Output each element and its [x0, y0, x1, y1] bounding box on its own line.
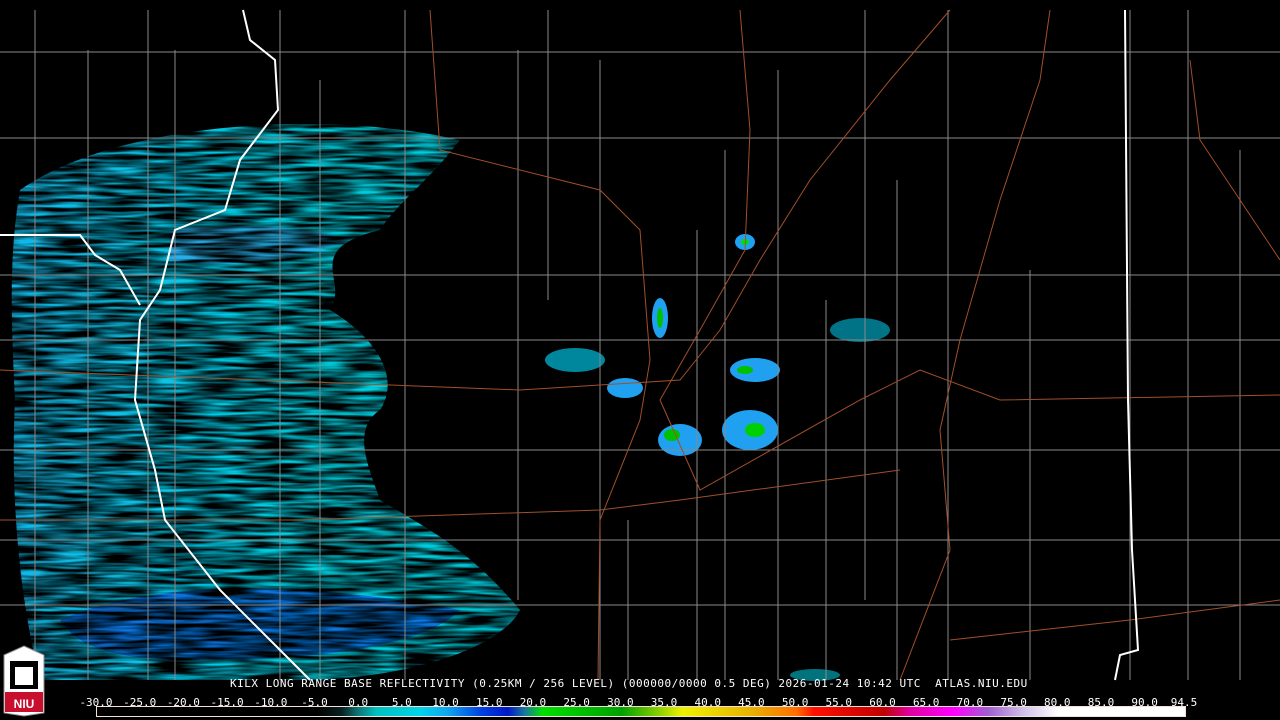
radar-map [0, 9, 1280, 681]
radar-echoes-center [545, 234, 890, 681]
reflectivity-color-bar [96, 706, 1186, 717]
product-title: KILX LONG RANGE BASE REFLECTIVITY (0.25K… [230, 677, 1028, 690]
